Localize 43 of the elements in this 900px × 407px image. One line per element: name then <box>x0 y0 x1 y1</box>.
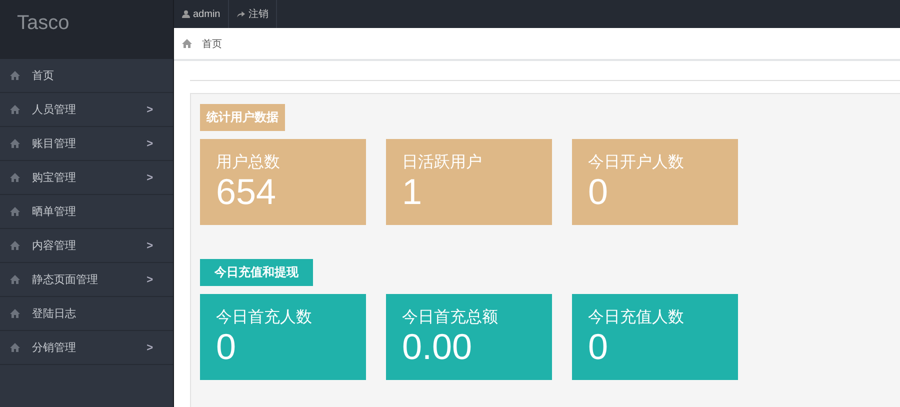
stat-value: 0.00 <box>402 328 474 366</box>
section-label: 今日充值和提现 <box>200 259 313 286</box>
home-icon <box>10 105 20 114</box>
section-label: 统计用户数据 <box>200 104 285 131</box>
share-arrow-icon <box>237 10 246 18</box>
stat-label: 今日首充总额 <box>402 308 499 328</box>
home-icon <box>10 309 20 318</box>
sidebar-item[interactable]: 登陆日志 <box>0 297 173 331</box>
expand-arrow: > <box>146 274 153 286</box>
expand-arrow: > <box>146 138 153 150</box>
stat-value: 654 <box>216 173 278 211</box>
home-icon <box>10 173 20 182</box>
home-icon <box>10 139 20 148</box>
stat-label: 今日开户人数 <box>588 153 685 173</box>
sidebar-item[interactable]: 静态页面管理 > <box>0 263 173 297</box>
stat-label: 今日充值人数 <box>588 308 685 328</box>
home-icon <box>182 39 192 48</box>
home-icon <box>10 275 20 284</box>
sidebar-item[interactable]: 分销管理 > <box>0 331 173 365</box>
stat-value: 0 <box>216 328 238 366</box>
home-icon <box>10 241 20 250</box>
user-icon <box>182 10 190 18</box>
stat-value: 1 <box>402 173 424 211</box>
sidebar-item[interactable]: 首页 <box>0 59 173 93</box>
breadcrumb-item[interactable]: 首页 <box>202 36 222 50</box>
home-icon <box>10 343 20 352</box>
stat-label: 今日首充人数 <box>216 308 313 328</box>
sidebar-item[interactable]: 晒单管理 <box>0 195 173 229</box>
stat-label: 用户总数 <box>216 153 281 173</box>
expand-arrow: > <box>146 342 153 354</box>
sidebar-item[interactable]: 内容管理 > <box>0 229 173 263</box>
expand-arrow: > <box>146 172 153 184</box>
expand-arrow: > <box>146 104 153 116</box>
logo: Tasco <box>17 12 70 34</box>
stat-label: 日活跃用户 <box>402 153 483 173</box>
stat-value: 0 <box>588 173 610 211</box>
sidebar-item[interactable]: 购宝管理 > <box>0 161 173 195</box>
sidebar-item[interactable]: 人员管理 > <box>0 93 173 127</box>
home-icon <box>10 71 20 80</box>
sidebar-item[interactable]: 账目管理 > <box>0 127 173 161</box>
home-icon <box>10 207 20 216</box>
expand-arrow: > <box>146 240 153 252</box>
stat-value: 0 <box>588 328 610 366</box>
